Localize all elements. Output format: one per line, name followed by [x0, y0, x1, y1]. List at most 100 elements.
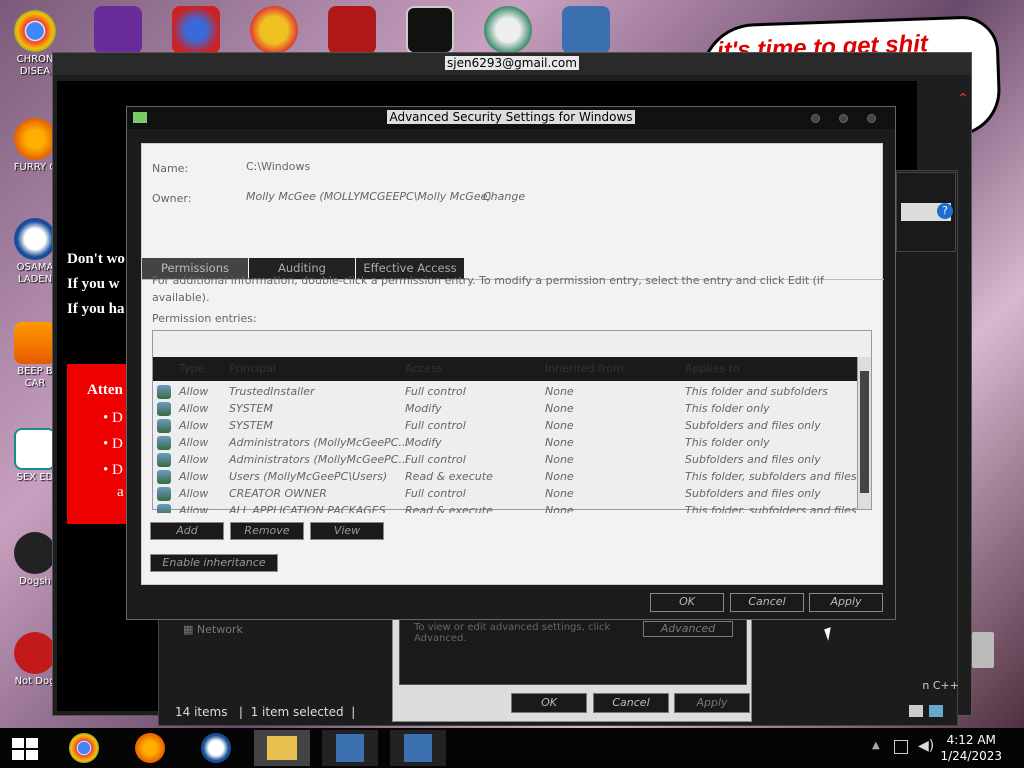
properties-apply-button[interactable]: Apply [674, 693, 750, 713]
cell-access: Modify [405, 436, 442, 449]
cell-principal: Administrators (MollyMcGeePC... [229, 436, 409, 449]
attention-title: Atten [87, 382, 123, 398]
taskbar-file-explorer[interactable] [254, 730, 310, 766]
change-owner-link[interactable]: Change [483, 190, 525, 203]
cell-type: Allow [179, 402, 209, 415]
taskbar-installer-1[interactable] [322, 730, 378, 766]
obama-icon [201, 733, 231, 763]
table-row[interactable]: Allow TrustedInstaller Full control None Thi… [153, 383, 857, 400]
table-row[interactable]: Allow Users (MollyMcGeePC\Users) Read & ex… [153, 468, 857, 485]
cell-principal: Users (MollyMcGeePC\Users) [229, 470, 388, 483]
cell-applies: This folder only [685, 436, 770, 449]
view-button[interactable]: View [310, 522, 384, 540]
large-icons-view-icon[interactable] [929, 705, 943, 717]
table-row[interactable]: Allow Administrators (MollyMcGeePC... Full… [153, 451, 857, 468]
list-scrollbar[interactable] [857, 357, 871, 509]
red-logo-icon[interactable] [328, 6, 376, 54]
users-icon [157, 487, 171, 501]
column-access[interactable]: Access [405, 362, 443, 375]
account-email: sjen6293@gmail.com [445, 56, 579, 70]
permission-entries-list[interactable]: Type Principal Access Inherited from App… [152, 330, 872, 513]
bullet-item: • D [103, 410, 123, 426]
chevron-up-icon[interactable]: ▲ [872, 740, 880, 751]
minimize-button[interactable] [811, 114, 820, 123]
installer-icon[interactable] [562, 6, 610, 54]
advanced-button[interactable]: Advanced [643, 621, 733, 637]
status-bar: 14 items | 1 item selected | [175, 705, 356, 719]
cell-inherited: None [545, 504, 574, 513]
dialog-titlebar: Advanced Security Settings for Windows [127, 107, 895, 129]
taskbar-installer-2[interactable] [390, 730, 446, 766]
cell-principal: ALL APPLICATION PACKAGES [229, 504, 386, 513]
name-label: Name: [152, 162, 189, 175]
cell-applies: This folder, subfolders and files [685, 470, 857, 483]
add-button[interactable]: Add [150, 522, 224, 540]
table-row[interactable]: Allow SYSTEM Full control None Subfolders an… [153, 417, 857, 434]
cell-type: Allow [179, 504, 209, 513]
cancel-button[interactable]: Cancel [730, 593, 804, 612]
chrome-icon [14, 10, 56, 52]
table-row[interactable]: Allow ALL APPLICATION PACKAGES Read & exec… [153, 502, 857, 513]
recycle-bin-icon[interactable] [972, 632, 994, 668]
cell-access: Full control [405, 453, 466, 466]
cell-access: Full control [405, 385, 466, 398]
properties-ok-button[interactable]: OK [511, 693, 587, 713]
start-button[interactable] [12, 738, 38, 760]
visual-studio-icon[interactable] [94, 6, 142, 54]
users-icon [157, 385, 171, 399]
firefox-icon [135, 733, 165, 763]
properties-dialog: To view or edit advanced settings, click… [392, 614, 752, 722]
cell-type: Allow [179, 385, 209, 398]
table-row[interactable]: Allow CREATOR OWNER Full control None Subfol… [153, 485, 857, 502]
cell-access: Full control [405, 419, 466, 432]
cell-type: Allow [179, 436, 209, 449]
column-inherited[interactable]: Inherited from [545, 362, 624, 375]
firefox-icon [14, 118, 56, 160]
cell-inherited: None [545, 470, 574, 483]
view-toggle[interactable] [909, 705, 949, 719]
clock[interactable]: 4:12 AM 1/24/2023 [940, 732, 1002, 764]
close-button[interactable] [867, 114, 876, 123]
character-icon[interactable] [484, 6, 532, 54]
column-applies[interactable]: Applies to [685, 362, 740, 375]
cell-applies: This folder only [685, 402, 770, 415]
folder-icon [133, 112, 147, 123]
cell-type: Allow [179, 453, 209, 466]
table-row[interactable]: Allow Administrators (MollyMcGeePC... Modi… [153, 434, 857, 451]
advanced-security-dialog: Advanced Security Settings for Windows N… [126, 106, 896, 620]
table-row[interactable]: Allow SYSTEM Modify None This folder only [153, 400, 857, 417]
apply-button[interactable]: Apply [809, 593, 883, 612]
cell-access: Modify [405, 402, 442, 415]
devcpp-icon [14, 632, 56, 674]
browser-titlebar: sjen6293@gmail.com [53, 53, 971, 75]
column-type[interactable]: Type [179, 362, 204, 375]
game-icon[interactable] [172, 6, 220, 54]
maximize-button[interactable] [839, 114, 848, 123]
advanced-hint: To view or edit advanced settings, click… [414, 622, 611, 644]
taskbar-chrome[interactable] [56, 730, 112, 766]
right-label: n C++ [922, 679, 959, 692]
users-icon [157, 504, 171, 513]
p-icon[interactable] [250, 6, 298, 54]
users-icon [157, 453, 171, 467]
scrollbar-thumb[interactable] [860, 371, 869, 493]
nav-network[interactable]: ▦ Network [183, 623, 243, 636]
page-line-1: Don't wo [67, 251, 125, 267]
installer-icon [404, 734, 432, 762]
enable-inheritance-button[interactable]: Enable inheritance [150, 554, 278, 572]
column-principal[interactable]: Principal [229, 362, 276, 375]
cell-access: Read & execute [405, 504, 493, 513]
taskbar-obama[interactable] [188, 730, 244, 766]
volume-icon[interactable]: ◀) [918, 738, 934, 754]
properties-window-edge: ? [896, 172, 956, 252]
properties-cancel-button[interactable]: Cancel [593, 693, 669, 713]
network-icon[interactable] [894, 740, 908, 754]
help-icon[interactable]: ? [937, 203, 953, 219]
remove-button[interactable]: Remove [230, 522, 304, 540]
cmd-icon[interactable] [406, 6, 454, 54]
page-line-2: If you w [67, 276, 120, 292]
taskbar-firefox[interactable] [122, 730, 178, 766]
chevron-up-icon[interactable]: ⌃ [957, 91, 969, 107]
details-view-icon[interactable] [909, 705, 923, 717]
ok-button[interactable]: OK [650, 593, 724, 612]
